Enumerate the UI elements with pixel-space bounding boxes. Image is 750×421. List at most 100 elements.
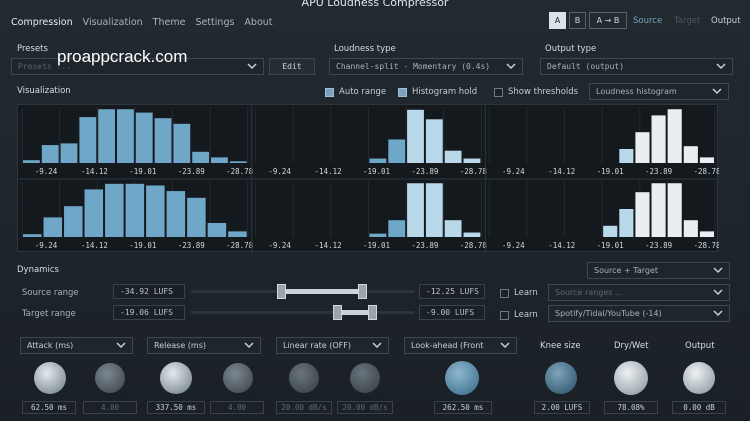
slider-handle-min[interactable] xyxy=(277,284,286,299)
show-thresholds-checkbox[interactable]: Show thresholds xyxy=(494,87,578,97)
histogram-bar xyxy=(84,189,104,237)
histogram-bar xyxy=(43,217,63,237)
histogram-bar xyxy=(166,191,186,237)
attack-value[interactable]: 62.50 ms xyxy=(22,401,76,414)
loudness-type-value: Channel-split - Momentary (0.4s) xyxy=(336,62,491,71)
attack-sub-value[interactable]: 4.00 xyxy=(83,401,137,414)
histogram-bar xyxy=(388,220,406,237)
release-label: Release (ms) xyxy=(154,341,207,350)
source-preset-select[interactable]: Source ranges ... xyxy=(548,284,730,301)
tab-settings[interactable]: Settings xyxy=(190,15,239,29)
show-thresholds-label: Show thresholds xyxy=(508,87,579,97)
release-select[interactable]: Release (ms) xyxy=(147,337,261,354)
attack-sub-knob[interactable] xyxy=(95,363,125,393)
auto-range-checkbox[interactable]: Auto range xyxy=(325,87,386,97)
histogram-bar xyxy=(105,183,124,237)
target-range-slider[interactable] xyxy=(191,305,414,320)
knee-knob[interactable] xyxy=(545,362,577,394)
output-toggle[interactable]: Output xyxy=(711,16,741,26)
attack-select[interactable]: Attack (ms) xyxy=(20,337,133,354)
tick-label: -28.78 xyxy=(693,241,719,250)
attack-knob[interactable] xyxy=(34,362,66,394)
release-knob[interactable] xyxy=(160,362,192,394)
loudness-type-select[interactable]: Channel-split - Momentary (0.4s) xyxy=(329,58,523,75)
histogram-bar xyxy=(425,119,443,163)
output-knob[interactable] xyxy=(683,362,715,394)
histogram-bar xyxy=(463,158,481,163)
histogram-chart: -9.24 -14.12 -19.01 -23.89 -28.78 -9.24 -14.12… xyxy=(18,105,719,253)
linear-rate-knob-b[interactable] xyxy=(350,363,380,393)
tick-label: -23.89 xyxy=(178,241,205,250)
linear-rate-value-a[interactable]: 20.00 dB/s xyxy=(276,401,332,414)
target-max-field[interactable]: -9.00 LUFS xyxy=(419,305,485,320)
slider-fill xyxy=(283,289,361,294)
lookahead-select[interactable]: Look-ahead (Front xyxy=(404,337,517,354)
target-toggle[interactable]: Target xyxy=(674,16,700,26)
tab-about[interactable]: About xyxy=(239,15,277,29)
visualization-label: Visualization xyxy=(17,86,71,96)
histogram-bar xyxy=(635,192,650,237)
histogram-bar xyxy=(173,123,191,163)
source-learn-checkbox[interactable]: Learn xyxy=(500,288,538,298)
learn-label: Learn xyxy=(514,288,538,298)
slider-handle-max[interactable] xyxy=(358,284,367,299)
histogram-bar xyxy=(207,223,227,237)
slider-handle-min[interactable] xyxy=(333,305,342,320)
source-toggle[interactable]: Source xyxy=(633,16,662,26)
dynamics-mode-select[interactable]: Source + Target xyxy=(587,262,730,279)
watermark-text: proappcrack.com xyxy=(57,47,188,66)
tick-label: -9.24 xyxy=(268,241,291,250)
histogram-hold-checkbox[interactable]: Histogram hold xyxy=(398,87,477,97)
histogram-bar xyxy=(667,183,682,237)
tab-compression[interactable]: Compression xyxy=(6,15,78,29)
lookahead-knob[interactable] xyxy=(445,361,479,395)
release-value[interactable]: 337.50 ms xyxy=(147,401,205,414)
histogram-bar xyxy=(407,109,424,163)
release-sub-value[interactable]: 4.00 xyxy=(210,401,264,414)
target-preset-value: Spotify/Tidal/YouTube (-14) xyxy=(555,309,662,318)
a-to-b-button[interactable]: A → B xyxy=(589,12,627,29)
histogram-bar xyxy=(463,232,481,237)
release-sub-knob[interactable] xyxy=(223,363,253,393)
source-max-field[interactable]: -12.25 LUFS xyxy=(419,284,485,299)
histogram-bar xyxy=(603,225,618,237)
edit-button[interactable]: Edit xyxy=(269,58,315,75)
chevron-down-icon xyxy=(506,63,516,70)
histogram-bar xyxy=(125,183,145,237)
b-button[interactable]: B xyxy=(569,12,586,29)
a-button[interactable]: A xyxy=(549,12,566,29)
histogram-bar xyxy=(425,183,443,237)
histogram-bar xyxy=(146,185,165,237)
linear-rate-select[interactable]: Linear rate (OFF) xyxy=(276,337,389,354)
tab-visualization[interactable]: Visualization xyxy=(78,15,148,29)
histogram-bar xyxy=(211,157,228,163)
histogram-bar xyxy=(98,109,116,163)
histogram-bar xyxy=(388,139,406,163)
visualization-mode-select[interactable]: Loudness histogram xyxy=(589,83,729,100)
visualization-panel: -9.24 -14.12 -19.01 -23.89 -28.78 -9.24 -14.12… xyxy=(17,104,719,253)
knee-label: Knee size xyxy=(540,341,581,351)
output-type-value: Default (output) xyxy=(547,62,625,71)
output-value[interactable]: 0.00 dB xyxy=(672,401,726,414)
target-min-field[interactable]: -19.06 LUFS xyxy=(113,305,185,320)
drywet-value[interactable]: 78.08% xyxy=(604,401,658,414)
lookahead-value[interactable]: 262.50 ms xyxy=(434,401,492,414)
tick-label: -23.89 xyxy=(178,167,205,176)
linear-rate-knob-a[interactable] xyxy=(289,363,319,393)
histogram-bar xyxy=(154,118,172,163)
histogram-bar xyxy=(619,149,634,163)
source-range-label: Source range xyxy=(22,288,79,298)
tab-theme[interactable]: Theme xyxy=(148,15,191,29)
slider-handle-max[interactable] xyxy=(368,305,377,320)
output-type-select[interactable]: Default (output) xyxy=(540,58,733,75)
drywet-knob[interactable] xyxy=(614,361,648,395)
source-min-field[interactable]: -34.92 LUFS xyxy=(113,284,185,299)
tick-label: -19.01 xyxy=(129,241,156,250)
histogram-bar xyxy=(635,132,650,163)
source-range-slider[interactable] xyxy=(191,284,414,299)
tick-label: -9.24 xyxy=(268,167,291,176)
knee-value[interactable]: 2.00 LUFS xyxy=(534,401,590,414)
target-learn-checkbox[interactable]: Learn xyxy=(500,310,538,320)
target-preset-select[interactable]: Spotify/Tidal/YouTube (-14) xyxy=(548,305,730,322)
linear-rate-value-b[interactable]: 20.00 dB/s xyxy=(337,401,393,414)
